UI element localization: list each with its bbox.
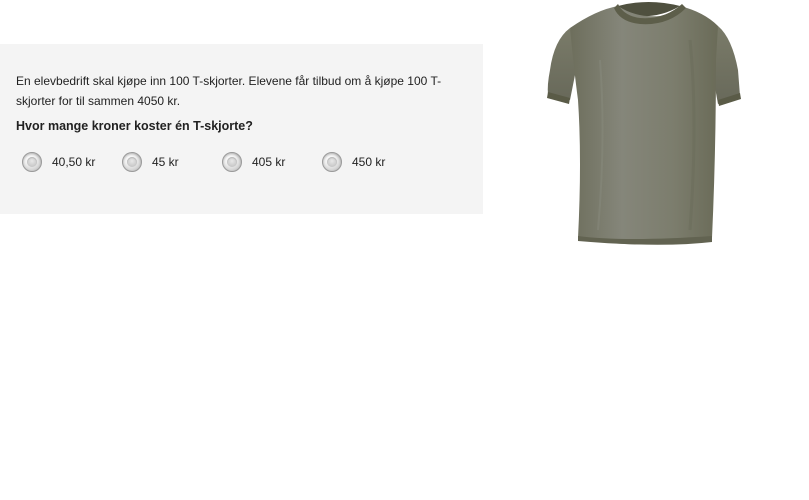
tshirt-image — [547, 2, 741, 245]
answer-option-label: 405 kr — [252, 155, 286, 169]
answer-option-label: 45 kr — [152, 155, 179, 169]
question-prompt: Hvor mange kroner koster én T-skjorte? — [16, 119, 253, 133]
radio-button-icon[interactable] — [122, 152, 142, 172]
radio-button-icon[interactable] — [322, 152, 342, 172]
question-panel: En elevbedrift skal kjøpe inn 100 T-skjo… — [0, 44, 483, 214]
answer-option-4[interactable]: 450 kr — [322, 150, 385, 174]
question-text: En elevbedrift skal kjøpe inn 100 T-skjo… — [16, 74, 442, 108]
answer-option-2[interactable]: 45 kr — [122, 150, 179, 174]
radio-button-icon[interactable] — [22, 152, 42, 172]
answer-option-label: 450 kr — [352, 155, 386, 169]
answer-option-1[interactable]: 40,50 kr — [22, 150, 95, 174]
answer-option-label: 40,50 kr — [52, 155, 96, 169]
radio-button-icon[interactable] — [222, 152, 242, 172]
answer-option-3[interactable]: 405 kr — [222, 150, 285, 174]
page: En elevbedrift skal kjøpe inn 100 T-skjo… — [0, 0, 809, 500]
